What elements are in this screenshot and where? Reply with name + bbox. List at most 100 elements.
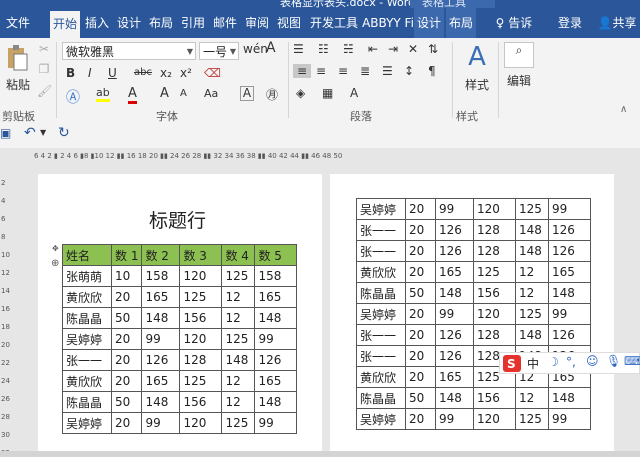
table-cell[interactable]: 陈晶晶 [356,282,406,304]
highlight-button[interactable]: ab [96,86,110,102]
moon-icon[interactable]: ☽ [548,355,559,369]
table-cell[interactable]: 128 [473,324,516,346]
tab-table-design[interactable]: 设计 [414,8,444,38]
header-cell[interactable]: 数 1 [110,244,143,266]
table-cell[interactable]: 张一一 [356,219,406,241]
find-icon[interactable]: ⌕ [504,42,534,68]
text-effects-icon[interactable]: Ⓐ [66,87,80,107]
table-cell[interactable]: 125 [515,408,549,430]
table-cell[interactable]: 吴婷婷 [62,328,112,350]
align-left-icon[interactable]: ≡ [293,64,311,78]
punctuation-icon[interactable]: °, [566,355,576,369]
table-cell[interactable]: 陈晶晶 [62,391,112,413]
table-cell[interactable]: 125 [179,370,223,392]
table-cell[interactable]: 20 [405,261,436,283]
tab-developer[interactable]: 开发工具 [306,8,362,38]
table-cell[interactable]: 120 [473,303,516,325]
tab-table-layout[interactable]: 布局 [446,8,476,38]
header-cell[interactable]: 数 3 [179,244,223,266]
tab-home[interactable]: 开始 [50,11,80,38]
header-cell[interactable]: 数 2 [141,244,181,266]
increase-indent-icon[interactable]: ⇥ [388,42,398,56]
table-cell[interactable]: 156 [179,307,223,329]
bold-button[interactable]: B [66,66,75,80]
table-cell[interactable]: 50 [110,307,143,329]
table-cell[interactable]: 156 [179,391,223,413]
data-table-left[interactable]: 姓名 数 1 数 2 数 3 数 4 数 5 张萌萌 10 158 120 125 158… [62,244,298,434]
superscript-button[interactable]: x² [180,66,192,80]
table-cell[interactable]: 148 [435,282,474,304]
italic-button[interactable]: I [88,66,92,80]
table-cell[interactable]: 20 [405,366,436,388]
table-cell[interactable]: 20 [405,198,436,220]
table-cell[interactable]: 126 [141,349,181,371]
font-color-button[interactable]: A [128,86,137,104]
table-cell[interactable]: 99 [254,412,298,434]
sort-icon[interactable]: ⇅ [428,42,438,56]
save-icon[interactable]: ▣ [0,126,11,140]
page-right[interactable]: 吴婷婷 20 99 120 125 99 张一一 20 126 128 148 126 张一一 20 126… [330,174,614,451]
table-cell[interactable]: 148 [221,349,256,371]
chinese-layout-icon[interactable]: ✕ [408,42,418,56]
horizontal-ruler[interactable]: 6 4 2 ▮ 2 4 6 ▮8 ▮10 12 ▮▮ 16 18 20 ▮▮ 2… [0,148,640,167]
table-cell[interactable]: 126 [435,345,474,367]
table-cell[interactable]: 12 [515,387,549,409]
table-cell[interactable]: 126 [548,240,591,262]
table-cell[interactable]: 165 [141,370,181,392]
table-cell[interactable]: 20 [405,345,436,367]
table-cell[interactable]: 12 [515,282,549,304]
header-cell[interactable]: 姓名 [62,244,112,266]
table-cell[interactable]: 12 [221,286,256,308]
styles-icon[interactable]: A [462,42,492,72]
table-cell[interactable]: 陈晶晶 [62,307,112,329]
table-cell[interactable]: 165 [254,370,298,392]
table-cell[interactable]: 148 [515,324,549,346]
table-cell[interactable]: 125 [473,261,516,283]
decrease-indent-icon[interactable]: ⇤ [368,42,378,56]
table-cell[interactable]: 156 [473,387,516,409]
table-cell[interactable]: 10 [110,265,143,287]
table-cell[interactable]: 126 [548,219,591,241]
table-cell[interactable]: 148 [548,387,591,409]
shading-icon[interactable]: ◈ [296,86,305,100]
table-cell[interactable]: 99 [548,198,591,220]
tab-view[interactable]: 视图 [274,8,304,38]
table-cell[interactable]: 20 [405,240,436,262]
multilevel-list-icon[interactable]: ☵ [343,42,354,56]
table-cell[interactable]: 20 [110,349,143,371]
table-cell[interactable]: 吴婷婷 [356,303,406,325]
table-cell[interactable]: 张一一 [356,345,406,367]
table-cell[interactable]: 148 [515,240,549,262]
undo-dropdown-icon[interactable]: ▼ [40,128,46,137]
table-cell[interactable]: 165 [435,366,474,388]
table-cell[interactable]: 126 [254,349,298,371]
bullets-icon[interactable]: ☰ [293,42,304,56]
edit-button[interactable]: 编辑 [504,72,534,89]
table-cell[interactable]: 50 [405,282,436,304]
subscript-button[interactable]: x₂ [160,66,172,80]
undo-icon[interactable]: ↶ [24,125,36,141]
numbering-icon[interactable]: ☷ [318,42,329,56]
tab-abbyy[interactable]: ABBYY Fi [362,8,414,38]
table-cell[interactable]: 156 [473,282,516,304]
asian-layout-icon[interactable]: A [350,86,358,100]
table-cell[interactable]: 165 [548,261,591,283]
table-cell[interactable]: 20 [110,328,143,350]
table-cell[interactable]: 张一一 [356,324,406,346]
table-cell[interactable]: 99 [435,198,474,220]
table-cell[interactable]: 吴婷婷 [356,408,406,430]
table-cell[interactable]: 126 [435,219,474,241]
table-cell[interactable]: 黄欣欣 [356,366,406,388]
enclose-char-button[interactable]: A [240,86,254,101]
table-cell[interactable]: 20 [405,303,436,325]
tab-file[interactable]: 文件 [0,8,36,38]
align-right-icon[interactable]: ≡ [338,64,348,78]
table-cell[interactable]: 120 [473,198,516,220]
table-cell[interactable]: 125 [221,265,256,287]
table-cell[interactable]: 125 [221,412,256,434]
grow-font-button[interactable]: A [160,86,169,101]
redo-icon[interactable]: ↻ [58,125,70,141]
shrink-font-button[interactable]: A [180,88,187,99]
table-cell[interactable]: 20 [405,219,436,241]
tab-insert[interactable]: 插入 [82,8,112,38]
